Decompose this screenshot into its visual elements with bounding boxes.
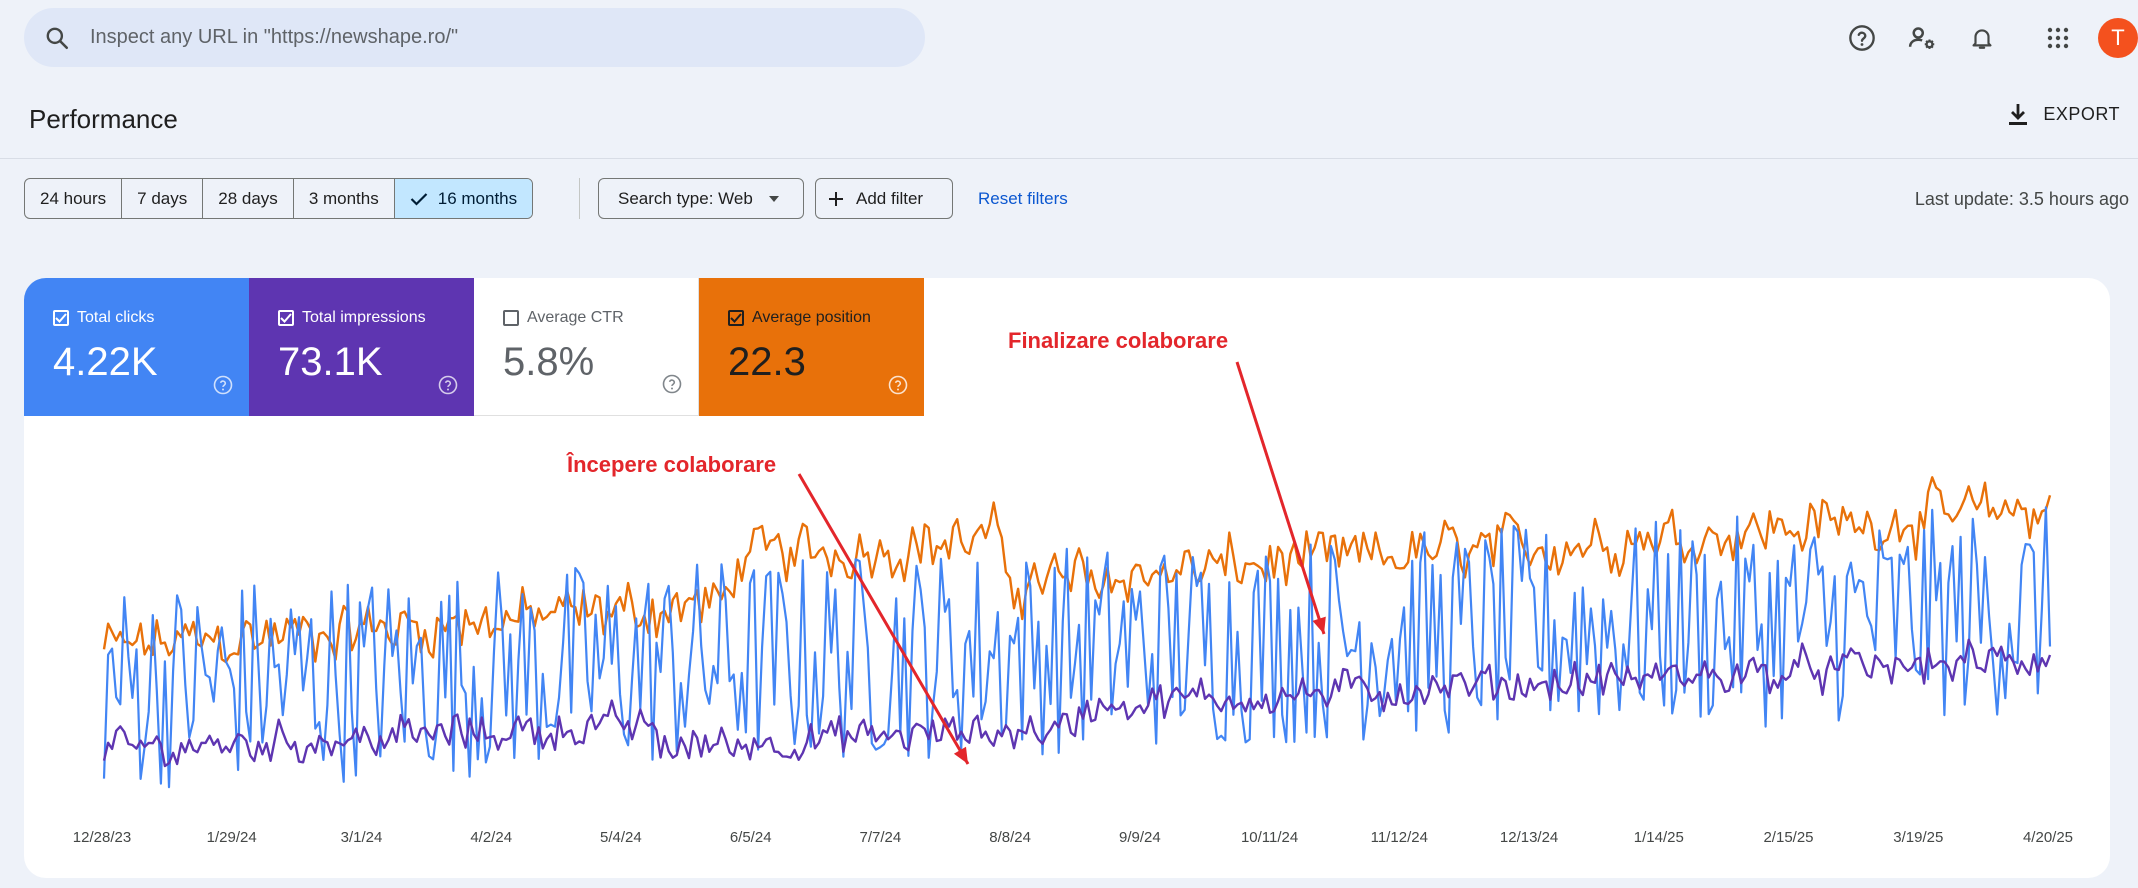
x-tick-label: 1/29/24 — [207, 829, 257, 846]
plus-icon — [829, 191, 843, 206]
x-tick-label: 4/20/25 — [2023, 829, 2073, 846]
url-inspect-search[interactable]: Inspect any URL in "https://newshape.ro/… — [24, 8, 925, 67]
search-input[interactable]: Inspect any URL in "https://newshape.ro/… — [90, 26, 458, 49]
performance-card: Total clicks 4.22K Total impressions 73.… — [24, 278, 2110, 878]
last-update-text: Last update: 3.5 hours ago — [1914, 189, 2129, 209]
x-tick-label: 7/7/24 — [860, 829, 902, 846]
x-tick-label: 10/11/24 — [1241, 829, 1298, 846]
add-filter-button[interactable]: Add filter — [815, 178, 953, 219]
annotation-start: Începere colaborare — [567, 452, 777, 477]
filter-divider — [579, 178, 580, 219]
account-avatar[interactable]: T — [2098, 18, 2138, 58]
x-tick-label: 3/19/25 — [1893, 829, 1943, 846]
x-tick-label: 11/12/24 — [1371, 829, 1428, 846]
x-tick-label: 6/5/24 — [730, 829, 772, 846]
x-tick-label: 9/9/24 — [1119, 829, 1161, 846]
export-button[interactable]: EXPORT — [2007, 102, 2120, 126]
header-divider — [0, 158, 2138, 159]
annotation-end-arrow — [1235, 361, 1326, 635]
apps-grid-icon[interactable] — [2034, 14, 2082, 62]
range-16-months[interactable]: 16 months — [394, 179, 533, 218]
page-title: Performance — [29, 104, 178, 134]
x-tick-label: 3/1/24 — [341, 829, 383, 846]
series-line-total-impressions — [102, 638, 2052, 768]
range-7-days[interactable]: 7 days — [122, 179, 204, 218]
x-tick-label: 8/8/24 — [989, 829, 1031, 846]
search-type-dropdown[interactable]: Search type: Web — [598, 178, 804, 219]
x-tick-label: 1/14/25 — [1634, 829, 1684, 846]
top-actions: T — [1826, 14, 2138, 62]
x-tick-label: 12/28/23 — [73, 829, 131, 846]
x-tick-label: 12/13/24 — [1500, 829, 1558, 846]
performance-chart[interactable]: 12/28/23 1/29/24 3/1/24 4/2/24 5/4/24 6/5/24 7… — [24, 278, 2110, 878]
check-icon — [410, 192, 428, 206]
x-tick-label: 5/4/24 — [600, 829, 642, 846]
export-label: EXPORT — [2043, 103, 2120, 124]
download-icon — [2009, 104, 2028, 125]
x-tick-label: 4/2/24 — [470, 829, 512, 846]
date-range-selector: 24 hours 7 days 28 days 3 months 16 mont… — [24, 178, 534, 219]
dropdown-arrow-icon — [768, 195, 779, 202]
reset-filters-link[interactable]: Reset filters — [978, 189, 1068, 209]
notifications-bell-icon[interactable] — [1958, 14, 2006, 62]
range-3-months[interactable]: 3 months — [294, 179, 395, 218]
series-line-total-clicks — [102, 506, 2052, 789]
annotation-end: Finalizare colaborare — [1008, 328, 1229, 353]
search-icon — [24, 8, 90, 67]
range-28-days[interactable]: 28 days — [203, 179, 294, 218]
x-tick-label: 2/15/25 — [1763, 829, 1813, 846]
help-icon[interactable] — [1838, 14, 1886, 62]
range-24-hours[interactable]: 24 hours — [25, 179, 123, 218]
user-settings-icon[interactable] — [1898, 14, 1946, 62]
annotation-start-arrow — [797, 473, 970, 765]
